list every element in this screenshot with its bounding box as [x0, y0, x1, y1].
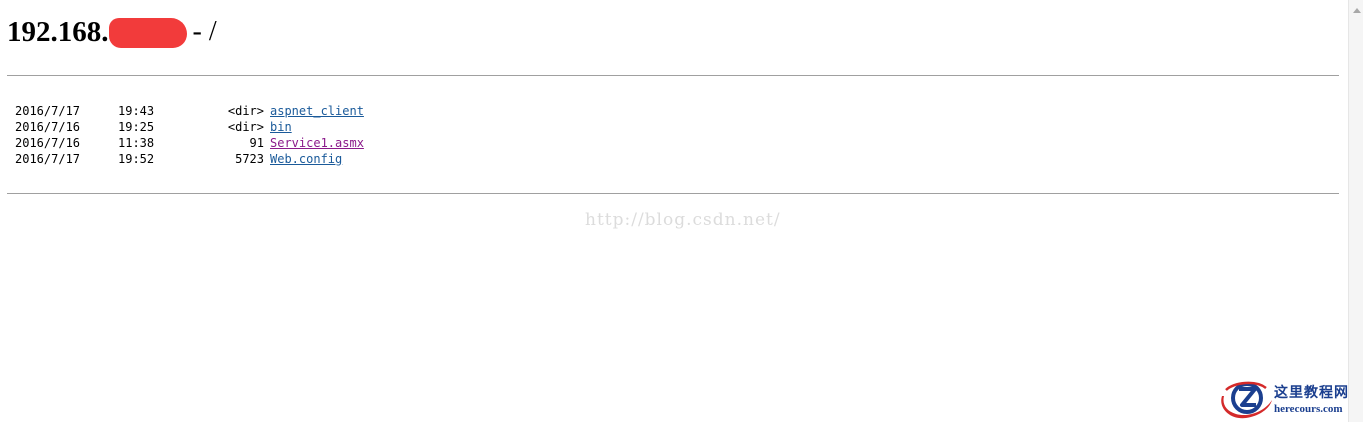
entry-time: 11:38 — [118, 136, 155, 150]
logo-chinese-text: 这里教程网 — [1274, 385, 1349, 401]
list-item: 2016/7/16 19:25 <dir> bin — [15, 119, 364, 135]
logo-url-text: herecours.com — [1274, 403, 1343, 415]
entry-date: 2016/7/17 — [15, 152, 81, 166]
site-logo: 这里教程网 herecours.com — [1216, 378, 1358, 422]
entry-date: 2016/7/16 — [15, 120, 81, 134]
entry-link-bin[interactable]: bin — [270, 120, 292, 134]
entry-link-aspnet-client[interactable]: aspnet_client — [270, 104, 364, 118]
entry-size: <dir> — [227, 104, 264, 118]
entry-size: 91 — [249, 136, 264, 150]
directory-listing-page: 192.168. - / 2016/7/17 19:43 <dir> aspne… — [0, 0, 1348, 422]
page-title-path: - / — [192, 16, 217, 47]
csdn-watermark: http://blog.csdn.net/ — [585, 210, 781, 230]
list-item: 2016/7/17 19:52 5723 Web.config — [15, 151, 364, 167]
entry-link-service1-asmx[interactable]: Service1.asmx — [270, 136, 364, 150]
file-listing: 2016/7/17 19:43 <dir> aspnet_client 2016… — [15, 103, 364, 167]
entry-link-web-config[interactable]: Web.config — [270, 152, 342, 166]
list-item: 2016/7/16 11:38 91 Service1.asmx — [15, 135, 364, 151]
z-swoosh-logo-icon — [1221, 381, 1272, 419]
list-item: 2016/7/17 19:43 <dir> aspnet_client — [15, 103, 364, 119]
entry-date: 2016/7/17 — [15, 104, 81, 118]
scroll-up-arrow-icon[interactable] — [1353, 8, 1361, 13]
entry-date: 2016/7/16 — [15, 136, 81, 150]
top-divider — [7, 75, 1339, 76]
redaction-mark — [108, 18, 187, 48]
entry-size: <dir> — [227, 120, 264, 134]
bottom-divider — [7, 193, 1339, 194]
entry-time: 19:43 — [118, 104, 155, 118]
entry-size: 5723 — [235, 152, 264, 166]
page-title-host: 192.168. — [7, 15, 109, 48]
entry-time: 19:52 — [118, 152, 155, 166]
page-title: 192.168. - / — [7, 12, 217, 52]
entry-time: 19:25 — [118, 120, 155, 134]
vertical-scrollbar[interactable] — [1348, 0, 1363, 422]
